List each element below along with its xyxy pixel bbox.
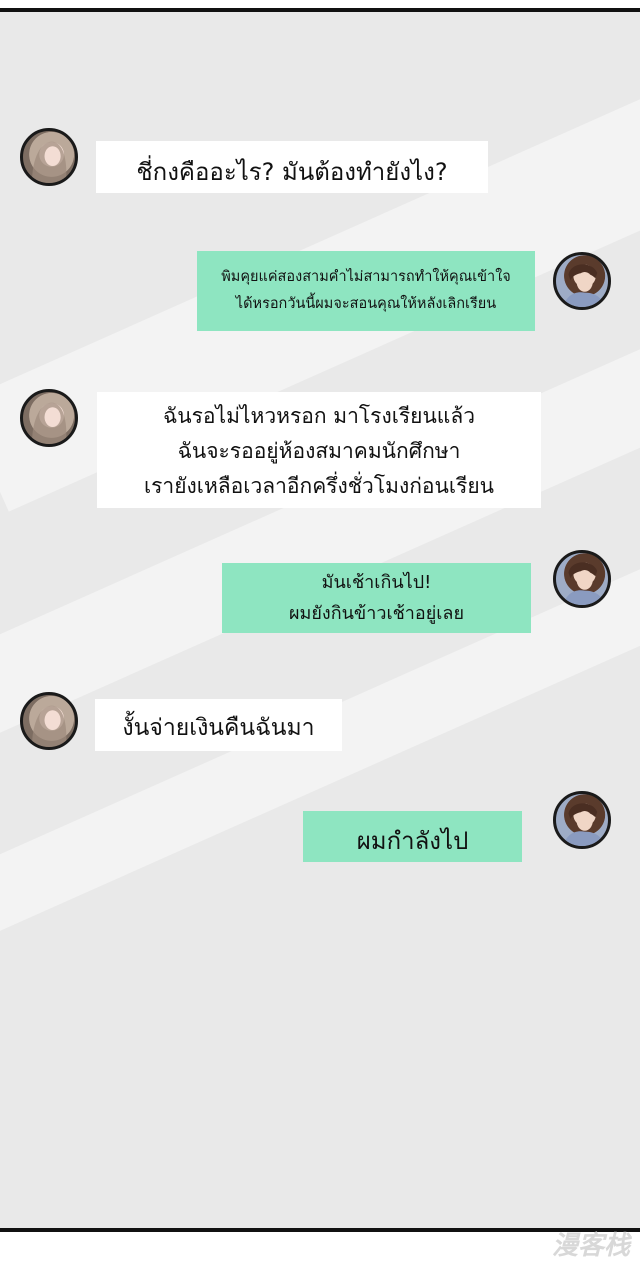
message-text: ชี่กงคืออะไร? มันต้องทำยังไง? [136,158,448,186]
message-bubble-1: ชี่กงคืออะไร? มันต้องทำยังไง? [96,141,488,193]
boy-avatar [553,550,611,608]
watermark-logo: 漫客栈 [551,1231,630,1261]
message-text: ฉันรอไม่ไหวหรอก มาโรงเรียนแล้ว [162,404,476,428]
message-bubble-2: พิมคุยแค่สองสามคำไม่สามารถทำให้คุณเข้าใจ… [197,251,535,331]
girl-avatar [20,692,78,750]
message-bubble-5: งั้นจ่ายเงินคืนฉันมา [95,699,342,751]
boy-avatar [553,252,611,310]
message-bubble-3: ฉันรอไม่ไหวหรอก มาโรงเรียนแล้ว ฉันจะรออย… [97,392,541,508]
message-text: พิมคุยแค่สองสามคำไม่สามารถทำให้คุณเข้าใจ [221,269,511,285]
message-text: เรายังเหลือเวลาอีกครึ่งชั่วโมงก่อนเรียน [143,474,495,498]
message-text: ฉันจะรออยู่ห้องสมาคมนักศึกษา [177,439,461,463]
chat-panel: ชี่กงคืออะไร? มันต้องทำยังไง? พิมคุยแค่ส… [0,8,640,1232]
message-bubble-4: มันเช้าเกินไป! ผมยังกินข้าวเช้าอยู่เลย [222,563,531,633]
message-text: มันเช้าเกินไป! [321,572,432,593]
message-text: ผมยังกินข้าวเช้าอยู่เลย [288,603,465,624]
girl-avatar [20,389,78,447]
message-text: ผมกำลังไป [356,827,469,855]
message-bubble-6: ผมกำลังไป [303,811,522,862]
message-text: งั้นจ่ายเงินคืนฉันมา [122,715,315,741]
boy-avatar [553,791,611,849]
girl-avatar [20,128,78,186]
message-text: ได้หรอกวันนี้ผมจะสอนคุณให้หลังเลิกเรียน [235,296,497,312]
